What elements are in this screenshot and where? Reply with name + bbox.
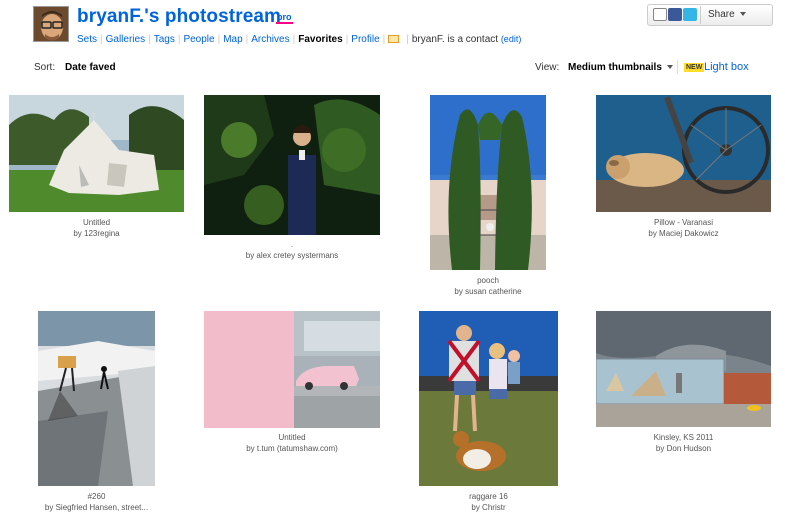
lightbox-link[interactable]: Light box [704,61,749,73]
photo-title[interactable]: raggare 16 [419,491,558,502]
photo-caption: raggare 16 by Christr [419,491,558,513]
photo-caption: Untitled by t.tum (tatumshaw.com) [204,432,380,454]
photostream-header: bryanF.'s photostream pro Sets | Galleries… [0,0,785,56]
photo-author[interactable]: by susan catherine [430,286,546,297]
contact-status: bryanF. is a contact [411,34,499,45]
nav-separator: | [292,34,296,45]
photo-caption: Pillow - Varanasi by Maciej Dakowicz [596,217,771,239]
photo-caption: Untitled by 123regina [9,217,184,239]
view-toolbar: Sort: Date faved View: Medium thumbnails… [0,58,785,76]
view-dropdown[interactable]: Medium thumbnails [568,62,673,73]
photo-thumbnail[interactable] [204,311,380,428]
photo-author[interactable]: by t.tum (tatumshaw.com) [204,443,380,454]
nav-separator: | [177,34,181,45]
nav-favorites[interactable]: Favorites [298,34,342,45]
view-value: Medium thumbnails [568,62,662,73]
page-title[interactable]: bryanF.'s photostream [77,6,281,28]
divider [677,60,678,74]
sort-dropdown[interactable]: Date faved [65,62,116,73]
share-widget: Share [647,4,773,26]
photo-thumbnail[interactable] [9,95,184,212]
pro-badge[interactable]: pro [276,12,293,24]
nav-separator: | [345,34,349,45]
mail-icon[interactable] [388,35,400,43]
edit-contact-link[interactable]: (edit) [501,34,522,44]
share-label: Share [708,9,735,20]
sort-label: Sort: [34,62,56,73]
share-button[interactable]: Share [700,6,772,24]
avatar-image [34,7,68,41]
photo-title[interactable]: #260 [18,491,175,502]
photo-author[interactable]: by Christr [419,502,558,513]
nav-separator: | [245,34,249,45]
email-share-icon[interactable] [653,8,667,21]
share-icons [653,8,698,21]
photo-thumbnail[interactable] [38,311,155,486]
nav-profile[interactable]: Profile [351,34,379,45]
photo-caption: #260 by Siegfried Hansen, street... [18,491,175,513]
nav-sets[interactable]: Sets [77,34,97,45]
facebook-icon[interactable] [668,8,682,21]
photo-author[interactable]: by Don Hudson [596,443,771,454]
nav-galleries[interactable]: Galleries [106,34,145,45]
nav-separator: | [382,34,386,45]
photo-title[interactable]: . [204,239,380,250]
photo-thumbnail[interactable] [430,95,546,270]
new-badge: NEW [684,63,705,72]
nav-separator: | [100,34,103,45]
avatar[interactable] [33,6,69,42]
chevron-down-icon [666,65,673,69]
photo-caption: pooch by susan catherine [430,275,546,297]
photo-caption: Kinsley, KS 2011 by Don Hudson [596,432,771,454]
nav-map[interactable]: Map [223,34,242,45]
chevron-down-icon [739,12,746,16]
photo-thumbnail[interactable] [596,311,771,427]
photo-title[interactable]: pooch [430,275,546,286]
photo-thumbnail[interactable] [204,95,380,235]
photo-caption: . by alex cretey systermans [204,239,380,261]
view-label: View: [535,62,560,73]
nav-tags[interactable]: Tags [154,34,175,45]
nav-separator: | [148,34,151,45]
nav-separator: | [406,34,409,45]
photo-title[interactable]: Untitled [204,432,380,443]
photo-author[interactable]: by Siegfried Hansen, street... [18,502,175,513]
nav-archives[interactable]: Archives [251,34,289,45]
photo-thumbnail[interactable] [419,311,558,486]
photo-thumbnail[interactable] [596,95,771,212]
photo-title[interactable]: Pillow - Varanasi [596,217,771,228]
twitter-icon[interactable] [683,8,697,21]
nav-separator: | [217,34,221,45]
photo-title[interactable]: Untitled [9,217,184,228]
photostream-nav: Sets | Galleries | Tags | People | Map | Archives |… [77,34,521,45]
photo-author[interactable]: by alex cretey systermans [204,250,380,261]
photo-title[interactable]: Kinsley, KS 2011 [596,432,771,443]
nav-people[interactable]: People [183,34,214,45]
photo-author[interactable]: by 123regina [9,228,184,239]
photo-author[interactable]: by Maciej Dakowicz [596,228,771,239]
